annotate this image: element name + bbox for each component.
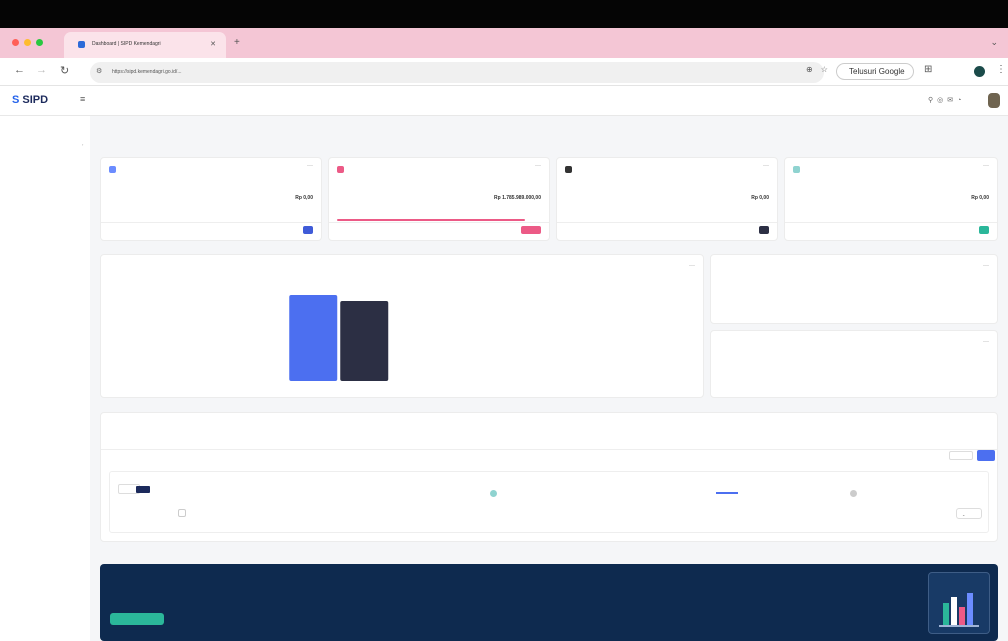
extensions-icon[interactable]: ⊞ <box>924 64 932 75</box>
browser-menu-icon[interactable]: ⋮ <box>996 64 1006 75</box>
new-tab-icon[interactable]: + <box>234 37 240 48</box>
browser-toolbar: ← → ↻ ⚙ https://sipd.kemendagri.go.id/..… <box>0 58 1008 86</box>
settings-icon <box>565 166 572 173</box>
forward-icon[interactable]: → <box>36 64 47 76</box>
divider <box>101 222 321 223</box>
more-icon[interactable]: ··· <box>983 163 989 169</box>
tab-search-icon[interactable]: ⌄ <box>990 37 998 48</box>
close-window-button[interactable] <box>12 39 19 46</box>
qr-panel: ··· <box>710 330 998 398</box>
header-icons[interactable]: ⚲◎✉◔ <box>928 96 965 104</box>
summary-card[interactable]: ··· Rp 0,00 <box>100 157 322 241</box>
favicon-icon <box>78 41 85 48</box>
chart-bar <box>340 301 389 381</box>
lens-label: Telusuri Google <box>849 67 905 76</box>
card-value: Rp 1.785.989.000,00 <box>494 195 541 201</box>
site-info-icon[interactable]: ⚙ <box>96 67 102 75</box>
info-icon <box>109 166 116 173</box>
logo-text: SIPD <box>22 94 49 106</box>
chevron-right-icon: › <box>82 142 84 147</box>
refresh-icon <box>793 166 800 173</box>
url-text: https://sipd.kemendagri.go.id/... <box>112 69 182 75</box>
divider <box>785 222 997 223</box>
banner-button[interactable] <box>110 613 164 625</box>
os-menu-bar <box>0 0 1008 28</box>
divider <box>329 222 549 223</box>
books-illustration <box>928 572 990 634</box>
info-card-row: ⌄ <box>109 471 989 533</box>
pagination-button[interactable] <box>178 509 186 517</box>
primary-action-button[interactable] <box>977 450 995 461</box>
bar-chart <box>289 295 389 381</box>
filter-button[interactable] <box>949 451 973 460</box>
info-panel: ⌄ <box>100 412 998 542</box>
avatar <box>136 486 150 493</box>
app-window: S SIPD ≡ ⚲◎✉◔ › ··· Rp 0,00 ··· Rp 1.785… <box>0 86 1008 641</box>
card-value: Rp 0,00 <box>751 195 769 201</box>
card-value: Rp 0,00 <box>295 195 313 201</box>
chart-panel: ··· <box>100 254 704 398</box>
close-tab-icon[interactable]: ✕ <box>210 40 216 48</box>
address-bar[interactable]: ⚙ https://sipd.kemendagri.go.id/... <box>90 62 824 83</box>
summary-card[interactable]: ··· Rp 0,00 <box>784 157 998 241</box>
divider <box>101 449 997 450</box>
sidebar: › <box>0 116 90 641</box>
back-icon[interactable]: ← <box>14 64 25 76</box>
browser-tabstrip: Dashboard | SIPD Kemendagri ✕ + ⌄ <box>0 28 1008 58</box>
reload-icon[interactable]: ↻ <box>60 64 69 77</box>
more-icon[interactable]: ··· <box>983 263 989 269</box>
app-logo[interactable]: S SIPD <box>12 94 48 106</box>
status-badge <box>979 226 989 234</box>
divider <box>557 222 777 223</box>
app-header: S SIPD ≡ ⚲◎✉◔ <box>0 86 1008 116</box>
address-bar-actions[interactable]: ⊕☆ <box>806 65 836 74</box>
more-icon[interactable]: ··· <box>307 163 313 169</box>
menu-toggle-icon[interactable]: ≡ <box>80 94 85 104</box>
tab-title: Dashboard | SIPD Kemendagri <box>92 41 161 47</box>
status-badge <box>521 226 541 234</box>
promo-banner <box>100 564 998 641</box>
browser-tab[interactable]: Dashboard | SIPD Kemendagri ✕ <box>64 32 226 58</box>
summary-card[interactable]: ··· Rp 0,00 <box>556 157 778 241</box>
page-size-select[interactable]: ⌄ <box>956 508 982 519</box>
progress-indicator <box>716 492 738 494</box>
status-dot-icon <box>490 490 497 497</box>
chart-bar <box>289 295 338 381</box>
status-badge <box>303 226 313 234</box>
status-dot-icon <box>850 490 857 497</box>
status-badge <box>759 226 769 234</box>
maximize-window-button[interactable] <box>36 39 43 46</box>
lens-search-chip[interactable]: Telusuri Google <box>836 63 914 80</box>
more-icon[interactable]: ··· <box>763 163 769 169</box>
more-icon[interactable]: ··· <box>983 339 989 345</box>
card-value: Rp 0,00 <box>971 195 989 201</box>
calendar-panel: ··· <box>710 254 998 324</box>
profile-avatar[interactable] <box>974 66 985 77</box>
progress-bar <box>337 219 525 221</box>
user-avatar[interactable] <box>988 93 1000 108</box>
summary-card[interactable]: ··· Rp 1.785.989.000,00 <box>328 157 550 241</box>
minimize-window-button[interactable] <box>24 39 31 46</box>
chart-icon <box>337 166 344 173</box>
more-icon[interactable]: ··· <box>535 163 541 169</box>
